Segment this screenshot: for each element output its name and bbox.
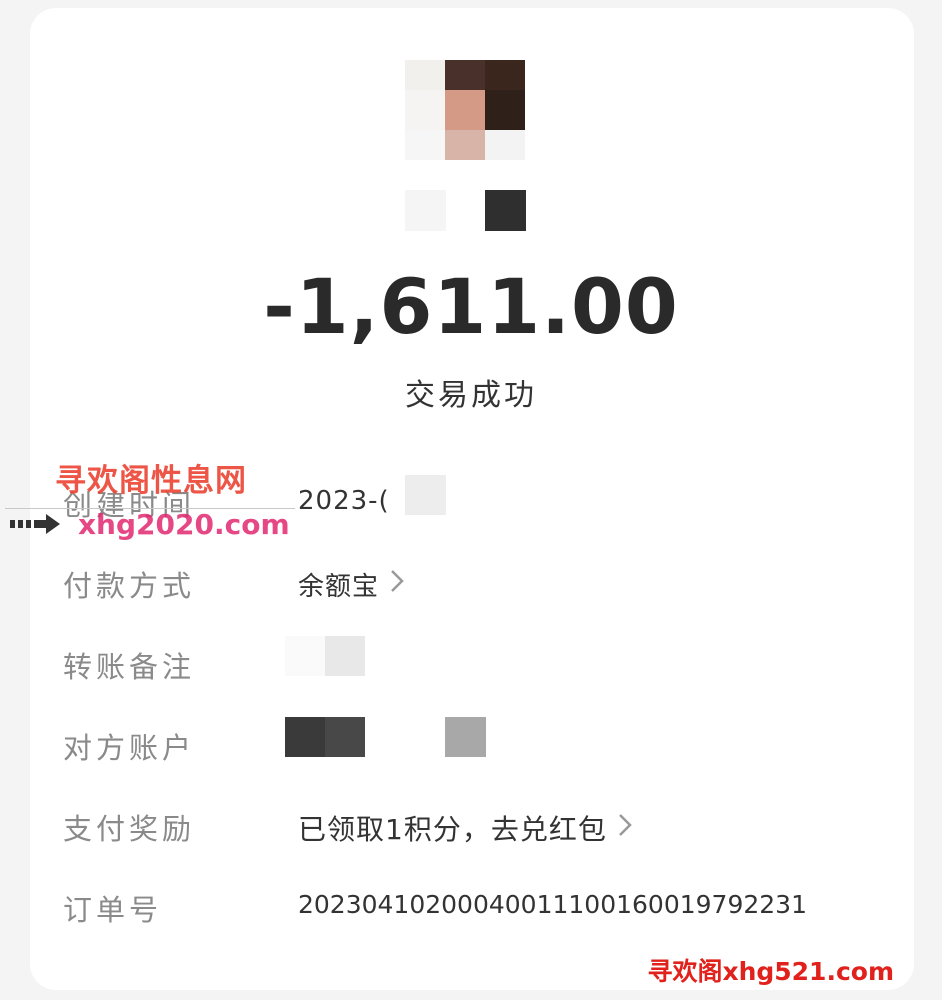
transaction-amount: -1,611.00 bbox=[263, 262, 679, 351]
counterparty-mosaic-b bbox=[325, 717, 365, 757]
transaction-status: 交易成功 bbox=[405, 378, 537, 413]
watermark-bottom: 寻欢阁xhg521.com bbox=[647, 957, 894, 986]
created-time-value: 2023-( bbox=[298, 486, 390, 516]
transfer-note-mosaic-a bbox=[285, 636, 325, 676]
counterparty-name-mosaic bbox=[405, 190, 527, 232]
counterparty-mosaic-a bbox=[285, 717, 325, 757]
transfer-note-mosaic-b bbox=[325, 636, 365, 676]
payment-method-row[interactable]: 余额宝 bbox=[298, 566, 405, 603]
watermark-site-name: 寻欢阁性息网 bbox=[55, 463, 247, 499]
counterparty-label: 对方账户 bbox=[63, 731, 196, 765]
chevron-right-icon bbox=[389, 568, 405, 601]
chevron-right-icon bbox=[617, 812, 633, 845]
payment-method-value: 余额宝 bbox=[298, 572, 380, 602]
arrow-right-icon bbox=[10, 512, 62, 542]
reward-label: 支付奖励 bbox=[63, 812, 196, 846]
counterparty-avatar bbox=[405, 60, 525, 160]
order-number-label: 订单号 bbox=[63, 893, 163, 927]
created-time-mosaic bbox=[405, 475, 446, 515]
transfer-note-label: 转账备注 bbox=[63, 650, 196, 684]
reward-value: 已领取1积分，去兑红包 bbox=[298, 813, 607, 846]
payment-method-label: 付款方式 bbox=[63, 569, 196, 603]
reward-row[interactable]: 已领取1积分，去兑红包 bbox=[298, 808, 633, 848]
watermark-site-url: xhg2020.com bbox=[78, 508, 290, 541]
counterparty-mosaic-c bbox=[445, 717, 486, 757]
order-number-value: 20230410200040011100160019792231 bbox=[298, 890, 807, 919]
